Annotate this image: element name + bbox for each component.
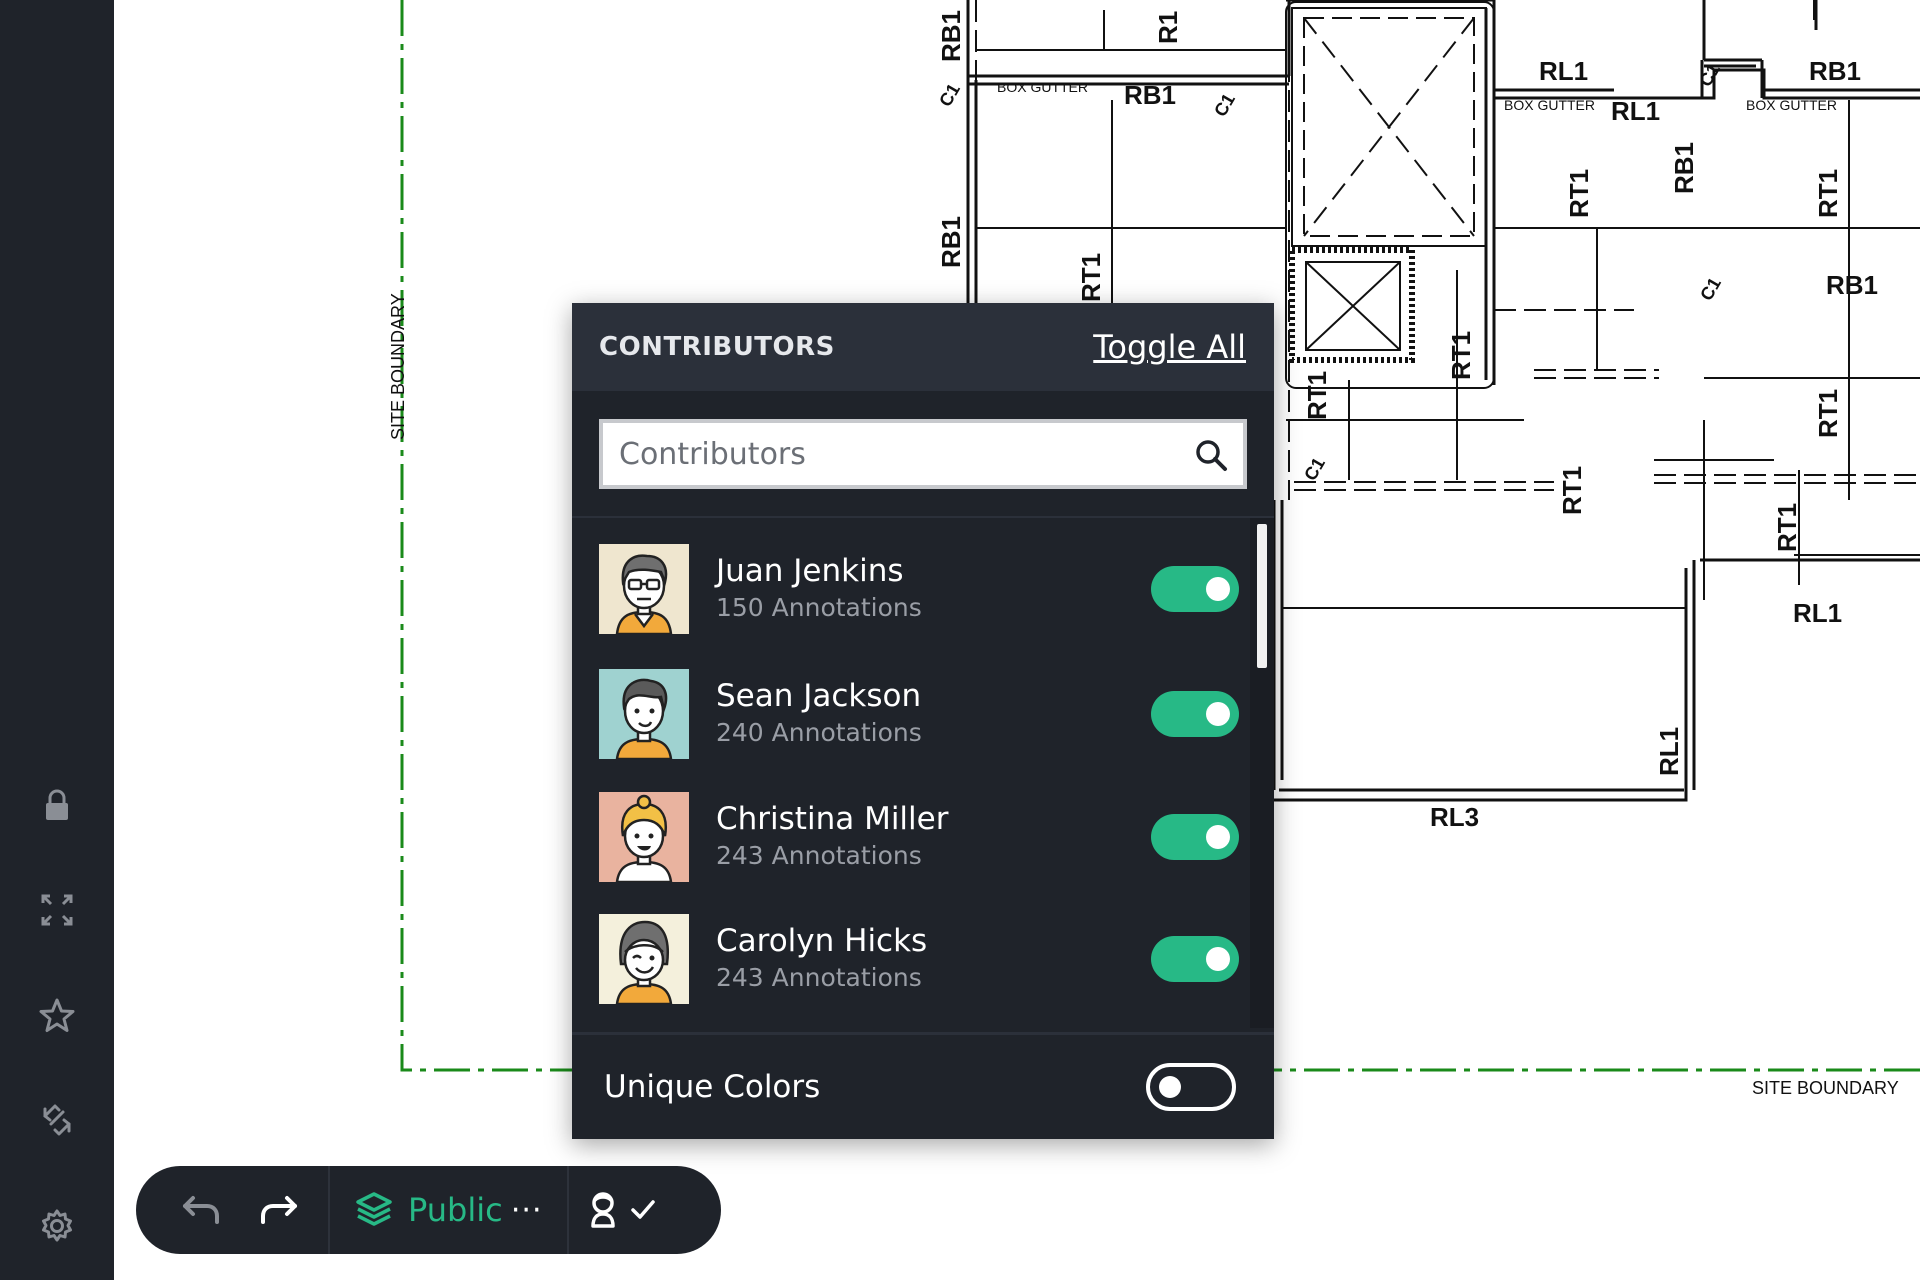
svg-text:C1: C1 (1696, 274, 1725, 304)
contributors-search-input[interactable] (603, 423, 1243, 485)
user-check-icon (590, 1192, 655, 1228)
fullscreen-icon (41, 894, 73, 926)
svg-text:C1: C1 (1300, 454, 1329, 484)
bottom-toolbar: Public ··· (136, 1166, 721, 1254)
contributor-toggle[interactable] (1151, 814, 1239, 860)
fullscreen-button[interactable] (29, 882, 85, 938)
svg-text:RL1: RL1 (1654, 727, 1684, 776)
avatar (599, 914, 689, 1004)
svg-text:RT1: RT1 (1557, 466, 1587, 515)
svg-text:RL3: RL3 (1430, 802, 1479, 832)
svg-text:RB1: RB1 (936, 10, 966, 62)
visibility-button[interactable]: Public (330, 1166, 503, 1254)
avatar (599, 544, 689, 634)
person-name: Juan Jenkins (716, 553, 904, 589)
svg-text:RB1: RB1 (936, 216, 966, 268)
scrollbar-track[interactable] (1250, 518, 1274, 1028)
avatar (599, 669, 689, 759)
list-item: Carolyn Hicks 243 Annotations (599, 914, 1239, 1004)
sync-button[interactable] (29, 1092, 85, 1148)
lock-icon (46, 789, 68, 820)
list-item: Juan Jenkins 150 Annotations (599, 544, 1239, 634)
svg-text:RT1: RT1 (1302, 371, 1332, 420)
settings-button[interactable] (29, 1198, 85, 1254)
site-boundary-label: SITE BOUNDARY (1752, 1078, 1899, 1098)
star-icon (39, 998, 75, 1032)
undo-icon (183, 1196, 219, 1224)
person-info: Carolyn Hicks 243 Annotations (716, 922, 1151, 996)
contributors-filter-button[interactable] (569, 1166, 679, 1254)
svg-text:RL1: RL1 (1793, 598, 1842, 628)
more-button[interactable]: ··· (503, 1166, 551, 1254)
person-info: Juan Jenkins 150 Annotations (716, 552, 1151, 626)
search-area (572, 391, 1274, 518)
contributors-list[interactable]: Juan Jenkins 150 Annotations Sean Jackso… (572, 518, 1274, 1028)
svg-text:RB1: RB1 (1124, 80, 1176, 110)
redo-button[interactable] (240, 1166, 318, 1254)
svg-text:BOX GUTTER: BOX GUTTER (997, 79, 1088, 95)
svg-text:RL1: RL1 (1539, 56, 1588, 86)
lift-shaft (1285, 1, 1495, 389)
list-item: Sean Jackson 240 Annotations (599, 669, 1239, 759)
svg-text:RT1: RT1 (1076, 253, 1106, 302)
svg-text:RT1: RT1 (1772, 503, 1802, 552)
contributor-toggle[interactable] (1151, 691, 1239, 737)
svg-text:RT1: RT1 (1813, 169, 1843, 218)
contributor-toggle[interactable] (1151, 936, 1239, 982)
favorite-button[interactable] (29, 988, 85, 1044)
svg-text:BOX GUTTER: BOX GUTTER (1504, 97, 1595, 113)
annotation-count: 243 Annotations (716, 963, 922, 992)
person-info: Christina Miller 243 Annotations (716, 800, 1151, 874)
undo-button[interactable] (162, 1166, 240, 1254)
layers-icon (356, 1192, 392, 1226)
svg-text:C1: C1 (935, 80, 964, 110)
left-toolbar (0, 0, 114, 1280)
contributors-panel: CONTRIBUTORS Toggle All Contributors Jua… (572, 303, 1274, 1139)
svg-text:RB1: RB1 (1809, 56, 1861, 86)
svg-text:RT1: RT1 (1813, 389, 1843, 438)
toggle-all-link[interactable]: Toggle All (1093, 328, 1246, 366)
sync-icon (43, 1104, 71, 1136)
search-box (599, 419, 1247, 489)
gear-icon (42, 1209, 72, 1242)
annotation-count: 150 Annotations (716, 593, 922, 622)
more-icon: ··· (510, 1192, 543, 1228)
search-icon[interactable] (1193, 437, 1229, 473)
redo-icon (261, 1196, 297, 1224)
unique-colors-row: Unique Colors (572, 1032, 1274, 1139)
contributor-toggle[interactable] (1151, 566, 1239, 612)
person-info: Sean Jackson 240 Annotations (716, 677, 1151, 751)
unique-colors-label: Unique Colors (604, 1069, 821, 1105)
contributors-header: CONTRIBUTORS Toggle All (572, 303, 1274, 391)
person-name: Sean Jackson (716, 678, 922, 714)
site-boundary-label: SITE BOUNDARY (388, 293, 408, 440)
svg-text:R1: R1 (1153, 11, 1183, 44)
contributors-title: CONTRIBUTORS (599, 332, 835, 362)
unique-colors-toggle[interactable] (1146, 1063, 1236, 1111)
svg-text:RT1: RT1 (1446, 331, 1476, 380)
avatar (599, 792, 689, 882)
svg-text:C1: C1 (1210, 90, 1239, 120)
svg-text:BOX GUTTER: BOX GUTTER (1746, 97, 1837, 113)
svg-text:RL1: RL1 (1611, 96, 1660, 126)
annotation-count: 243 Annotations (716, 841, 922, 870)
person-name: Carolyn Hicks (716, 923, 928, 959)
svg-text:RB1: RB1 (1826, 270, 1878, 300)
annotation-count: 240 Annotations (716, 718, 922, 747)
visibility-label: Public (408, 1191, 503, 1229)
scrollbar-thumb[interactable] (1257, 524, 1267, 668)
svg-text:RT1: RT1 (1564, 169, 1594, 218)
lock-button[interactable] (29, 778, 85, 834)
list-item: Christina Miller 243 Annotations (599, 792, 1239, 882)
svg-text:RB1: RB1 (1669, 142, 1699, 194)
person-name: Christina Miller (716, 801, 949, 837)
